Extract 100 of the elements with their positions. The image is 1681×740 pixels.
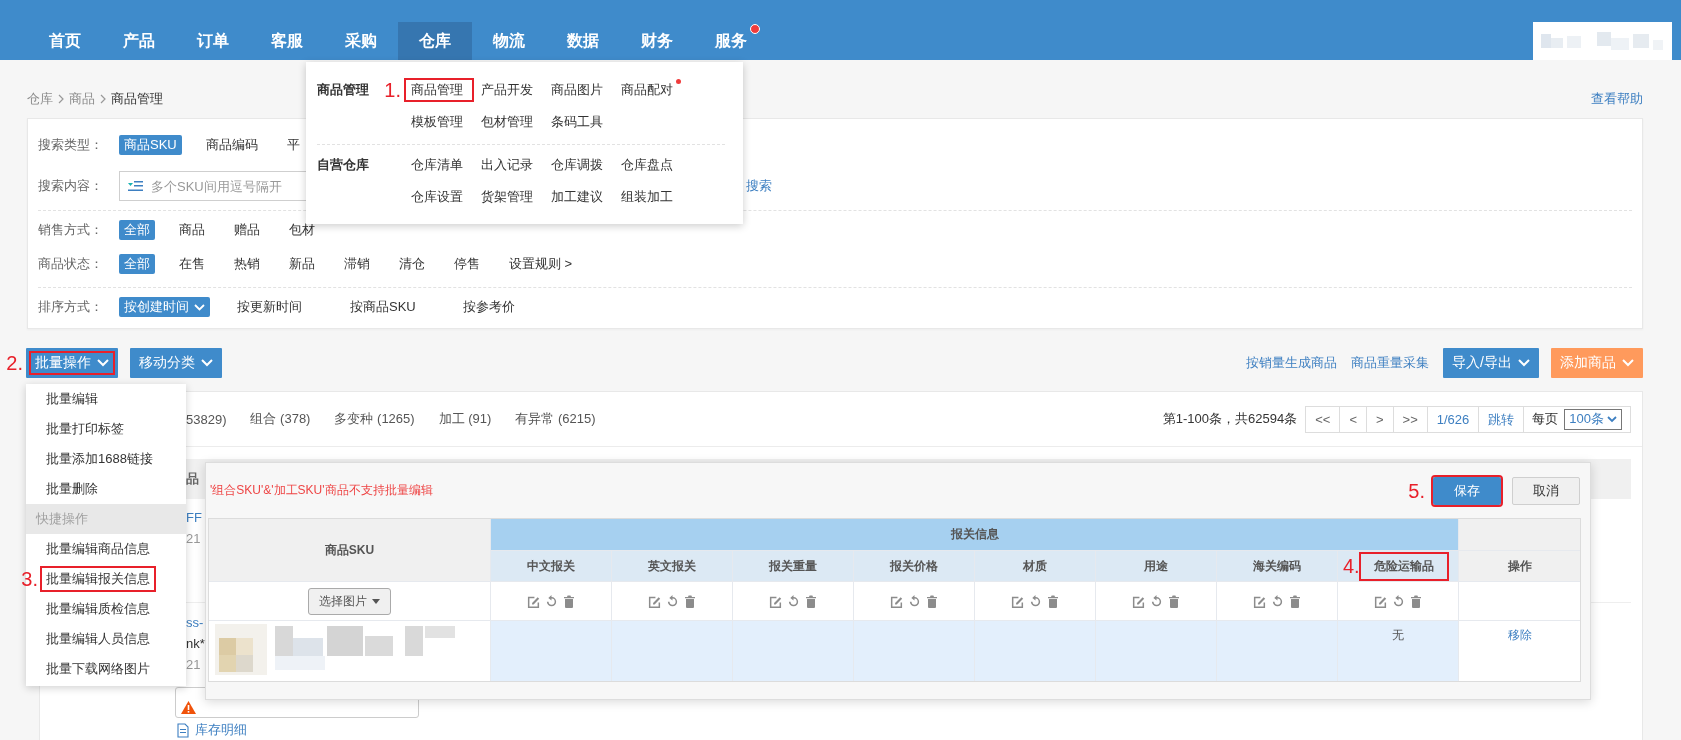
page-button[interactable]: >> xyxy=(1393,406,1428,432)
filter-option[interactable]: 商品 xyxy=(174,220,210,240)
edit-icon[interactable] xyxy=(1253,594,1266,608)
filter-option[interactable]: 全部 xyxy=(119,220,155,240)
menu-item[interactable]: 组装加工 xyxy=(614,185,684,209)
edit-icon[interactable] xyxy=(648,594,661,608)
trash-icon[interactable] xyxy=(1047,594,1059,608)
filter-option[interactable]: 滞销 xyxy=(339,254,375,274)
product-link[interactable]: ss- xyxy=(186,612,204,633)
edit-icon[interactable] xyxy=(1132,594,1145,608)
remove-link[interactable]: 移除 xyxy=(1507,628,1532,642)
sort-option[interactable]: 按更新时间 xyxy=(232,297,307,317)
menu-item[interactable]: 产品开发 xyxy=(474,78,544,102)
trash-icon[interactable] xyxy=(926,594,938,608)
filter-option[interactable]: 全部 xyxy=(119,254,155,274)
undo-icon[interactable] xyxy=(1392,594,1405,608)
edit-icon[interactable] xyxy=(1011,594,1024,608)
edit-icon[interactable] xyxy=(1374,594,1387,608)
page-button[interactable]: << xyxy=(1306,406,1341,432)
select-image-button[interactable]: 选择图片 xyxy=(308,587,391,615)
list-tab[interactable]: 多变种 (1265) xyxy=(334,410,415,428)
undo-icon[interactable] xyxy=(545,594,558,608)
undo-icon[interactable] xyxy=(1271,594,1284,608)
menu-item[interactable]: 批量下载网络图片 xyxy=(41,657,155,681)
toolbar-link[interactable]: 按销量生成商品 xyxy=(1246,354,1338,372)
menu-item[interactable]: 仓库调拨 xyxy=(544,153,614,177)
sort-option[interactable]: 按参考价 xyxy=(458,297,520,317)
filter-option[interactable]: 包材 xyxy=(284,220,320,240)
filter-option[interactable]: 商品编码 xyxy=(200,135,263,155)
filter-option[interactable]: 设置规则 > xyxy=(504,254,578,274)
undo-icon[interactable] xyxy=(908,594,921,608)
menu-item[interactable]: 包材管理 xyxy=(474,110,544,134)
dialog-button[interactable]: 保存 xyxy=(1433,476,1501,505)
trash-icon[interactable] xyxy=(563,594,575,608)
filter-option[interactable]: 清仓 xyxy=(394,254,430,274)
filter-option[interactable]: 新品 xyxy=(284,254,320,274)
menu-item[interactable]: 批量编辑 xyxy=(41,387,103,411)
nav-tab[interactable]: 财务 xyxy=(620,22,694,60)
list-tab[interactable]: 加工 (91) xyxy=(438,410,492,428)
nav-tab[interactable]: 仓库 xyxy=(398,22,472,60)
list-tab[interactable]: 53829) xyxy=(186,411,227,427)
list-tab[interactable]: 有异常 (6215) xyxy=(515,410,596,428)
page-button[interactable]: < xyxy=(1340,406,1367,432)
page-button[interactable]: 跳转 xyxy=(1479,406,1525,432)
filter-option[interactable]: 热销 xyxy=(229,254,265,274)
dropdown-button[interactable]: 批量操作 xyxy=(26,348,118,378)
nav-tab[interactable]: 数据 xyxy=(546,22,620,60)
sort-option[interactable]: 按商品SKU xyxy=(345,297,421,317)
dropdown-button[interactable]: 移动分类 xyxy=(130,348,222,378)
toolbar-link[interactable]: 商品重量采集 xyxy=(1351,354,1430,372)
menu-item[interactable]: 批量编辑报关信息 xyxy=(41,567,155,591)
nav-tab[interactable]: 产品 xyxy=(102,22,176,60)
sort-option[interactable]: 按创建时间 xyxy=(119,297,210,317)
dialog-button[interactable]: 取消 xyxy=(1512,476,1580,505)
menu-item[interactable]: 批量打印标签 xyxy=(41,417,129,441)
filter-option[interactable]: 停售 xyxy=(449,254,485,274)
undo-icon[interactable] xyxy=(787,594,800,608)
menu-item[interactable]: 仓库盘点 xyxy=(614,153,684,177)
menu-item[interactable]: 商品管理 xyxy=(404,78,474,102)
menu-item[interactable]: 批量编辑商品信息 xyxy=(41,537,155,561)
stock-detail-link[interactable]: 库存明细 xyxy=(195,721,247,739)
trash-icon[interactable] xyxy=(805,594,817,608)
nav-tab[interactable]: 客服 xyxy=(250,22,324,60)
help-link[interactable]: 查看帮助 xyxy=(1591,90,1643,108)
menu-item[interactable]: 出入记录 xyxy=(474,153,544,177)
menu-item[interactable]: 商品配对 xyxy=(614,78,684,102)
nav-tab[interactable]: 服务 xyxy=(694,22,768,60)
page-button[interactable]: 1/626 xyxy=(1427,406,1480,432)
menu-item[interactable]: 批量编辑质检信息 xyxy=(41,597,155,621)
page-button[interactable]: > xyxy=(1366,406,1394,432)
trash-icon[interactable] xyxy=(1289,594,1301,608)
search-link[interactable]: 搜索 xyxy=(746,177,772,195)
undo-icon[interactable] xyxy=(666,594,679,608)
menu-item[interactable]: 仓库清单 xyxy=(404,153,474,177)
undo-icon[interactable] xyxy=(1150,594,1163,608)
filter-option[interactable]: 赠品 xyxy=(229,220,265,240)
edit-icon[interactable] xyxy=(890,594,903,608)
edit-icon[interactable] xyxy=(769,594,782,608)
list-tab[interactable]: 组合 (378) xyxy=(250,410,311,428)
filter-option[interactable]: 平 xyxy=(281,135,305,155)
per-page-select[interactable]: 100条 xyxy=(1564,408,1622,430)
nav-tab[interactable]: 采购 xyxy=(324,22,398,60)
nav-tab[interactable]: 首页 xyxy=(28,22,102,60)
menu-item[interactable]: 条码工具 xyxy=(544,110,614,134)
undo-icon[interactable] xyxy=(1029,594,1042,608)
filter-option[interactable]: 商品SKU xyxy=(119,135,182,155)
nav-tab[interactable]: 物流 xyxy=(472,22,546,60)
trash-icon[interactable] xyxy=(1168,594,1180,608)
menu-item[interactable]: 批量编辑人员信息 xyxy=(41,627,155,651)
menu-item[interactable]: 模板管理 xyxy=(404,110,474,134)
dropdown-button[interactable]: 导入/导出 xyxy=(1443,348,1539,378)
menu-item[interactable]: 货架管理 xyxy=(474,185,544,209)
edit-icon[interactable] xyxy=(527,594,540,608)
filter-option[interactable]: 在售 xyxy=(174,254,210,274)
trash-icon[interactable] xyxy=(684,594,696,608)
menu-item[interactable]: 商品图片 xyxy=(544,78,614,102)
trash-icon[interactable] xyxy=(1410,594,1422,608)
product-link[interactable]: FF xyxy=(186,507,202,528)
menu-item[interactable]: 仓库设置 xyxy=(404,185,474,209)
menu-item[interactable]: 加工建议 xyxy=(544,185,614,209)
